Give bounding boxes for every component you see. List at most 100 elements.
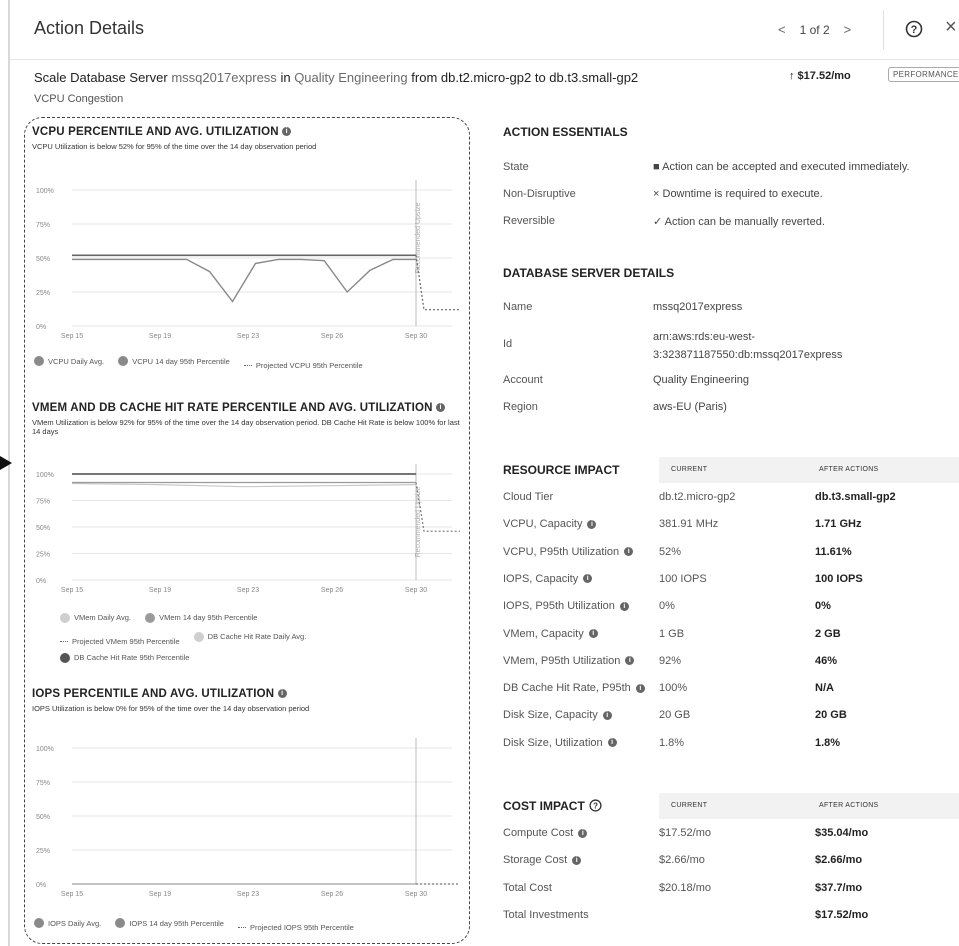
current-value: 100 IOPS <box>659 572 707 585</box>
vcpu-chart: 100% 75% 50% 25% 0% Sep 15 Sep 19 Sep 23 Sep 26 S… <box>36 180 460 340</box>
prev-chevron-icon[interactable]: < <box>778 22 786 37</box>
row-label: VMem, Capacity i <box>503 628 598 640</box>
details-column: ACTION ESSENTIALS State ■ Action can be … <box>503 125 959 921</box>
essentials-key: State <box>503 161 529 173</box>
y-tick-label: 25% <box>36 848 50 855</box>
x-tick-label: Sep 26 <box>321 333 343 340</box>
current-value: $20.18/mo <box>659 881 711 894</box>
current-value: $17.52/mo <box>659 827 711 839</box>
y-tick-label: 50% <box>36 256 50 263</box>
y-tick-label: 100% <box>36 472 54 479</box>
server-key: Id <box>503 338 513 350</box>
legend-item: VCPU 14 day 95th Percentile <box>118 356 230 366</box>
cost-impact-title-wrap: COST IMPACT ? <box>503 797 602 815</box>
pointer-arrow-icon <box>0 456 12 470</box>
y-tick-label: 0% <box>36 882 46 889</box>
y-tick-label: 50% <box>36 814 50 821</box>
series-line <box>71 482 417 488</box>
info-icon[interactable]: i <box>587 519 597 529</box>
iops-chart: 100% 75% 50% 25% 0% Sep 15 Sep 19 Sep 23 Sep 26 S… <box>36 738 460 898</box>
row-label: VCPU, P95th Utilization i <box>503 546 634 558</box>
entity-link[interactable]: mssq2017express <box>171 70 277 85</box>
y-tick-label: 0% <box>36 324 46 331</box>
row-label: Cloud Tier <box>503 491 554 503</box>
vcpu-chart-title: VCPU PERCENTILE AND AVG. UTILIZATION i <box>32 126 462 138</box>
row-label: Total Investments <box>503 908 589 921</box>
left-border <box>8 0 10 946</box>
essentials-title: ACTION ESSENTIALS <box>503 125 628 139</box>
y-tick-label: 100% <box>36 746 54 753</box>
info-icon[interactable]: i <box>583 574 593 584</box>
after-value: 1.71 GHz <box>815 518 862 531</box>
action-verb: Scale Database Server <box>34 70 168 85</box>
info-icon[interactable]: i <box>607 738 617 748</box>
resource-table-header: CURRENT AFTER ACTIONS <box>659 457 959 483</box>
server-key: Name <box>503 301 533 313</box>
after-value: 0% <box>815 600 831 613</box>
help-icon[interactable]: ? <box>905 20 923 38</box>
x-tick-label: Sep 15 <box>61 891 83 898</box>
svg-text:?: ? <box>911 24 918 36</box>
info-icon[interactable]: i <box>588 629 598 639</box>
server-value: mssq2017express <box>653 301 743 313</box>
info-icon[interactable]: i <box>436 403 446 413</box>
resource-impact-title: RESOURCE IMPACT <box>503 463 620 477</box>
x-tick-label: Sep 26 <box>321 891 343 898</box>
pager-label: 1 of 2 <box>799 22 830 37</box>
after-value: $2.66/mo <box>815 854 863 867</box>
info-icon[interactable]: i <box>277 689 287 699</box>
row-label: IOPS, P95th Utilization i <box>503 600 629 612</box>
dialog-header: Action Details < 1 of 2 > ? × <box>10 0 959 60</box>
series-line <box>415 255 460 311</box>
iops-chart-desc: IOPS Utilization is below 0% for 95% of … <box>32 704 310 713</box>
x-tick-label: Sep 23 <box>237 891 259 898</box>
essentials-value: × Downtime is required to execute. <box>653 188 823 200</box>
action-from-to: from db.t2.micro-gp2 to db.t3.small-gp2 <box>411 70 639 85</box>
group-link[interactable]: Quality Engineering <box>294 70 407 85</box>
info-icon[interactable]: i <box>625 656 635 666</box>
y-tick-label: 25% <box>36 290 50 297</box>
essentials-value: ✓ Action can be manually reverted. <box>653 216 825 228</box>
col-after: AFTER ACTIONS <box>819 802 879 809</box>
legend-item: Projected IOPS 95th Percentile <box>238 923 354 932</box>
essentials-value: ■ Action can be accepted and executed im… <box>653 161 910 173</box>
after-value: 100 IOPS <box>815 572 863 585</box>
essentials-key: Non-Disruptive <box>503 188 576 200</box>
info-icon[interactable]: i <box>602 710 612 720</box>
legend-item: Projected VMem 95th Percentile <box>60 634 180 650</box>
after-value: 2 GB <box>815 627 841 640</box>
after-value: N/A <box>815 682 834 695</box>
current-value: 52% <box>659 545 682 558</box>
y-tick-label: 100% <box>36 188 54 195</box>
info-icon[interactable]: i <box>635 683 645 693</box>
legend-item: DB Cache Hit Rate 95th Percentile <box>60 650 189 666</box>
row-label: Storage Cost i <box>503 854 582 866</box>
series-line <box>415 482 460 532</box>
svg-text:?: ? <box>593 801 598 810</box>
action-description: Scale Database Server mssq2017express in… <box>34 70 638 85</box>
recommended-upsize-label: Recommended Upsize <box>415 202 422 273</box>
essentials-key: Reversible <box>503 215 555 227</box>
current-value: 381.91 MHz <box>659 518 719 531</box>
x-tick-label: Sep 30 <box>405 333 427 340</box>
server-value: arn:aws:rds:eu-west- 3:323871187550:db:ms… <box>653 331 843 361</box>
row-label: Disk Size, Capacity i <box>503 709 612 721</box>
current-value: 100% <box>659 682 688 695</box>
help-icon[interactable]: ? <box>589 799 602 812</box>
series-line <box>72 258 416 303</box>
legend-item: Projected VCPU 95th Percentile <box>243 361 363 370</box>
dialog-title: Action Details <box>34 18 145 38</box>
x-tick-label: Sep 15 <box>61 587 83 594</box>
iops-legend: IOPS Daily Avg. IOPS 14 day 95th Percent… <box>34 918 366 932</box>
info-icon[interactable]: i <box>572 855 582 865</box>
action-reason: VCPU Congestion <box>34 93 124 105</box>
info-icon[interactable]: i <box>282 127 292 137</box>
info-icon[interactable]: i <box>578 828 588 838</box>
close-icon[interactable]: × <box>945 16 957 39</box>
info-icon[interactable]: i <box>619 601 629 611</box>
vmem-chart-section: VMEM AND DB CACHE HIT RATE PERCENTILE AN… <box>32 402 462 663</box>
info-icon[interactable]: i <box>624 547 634 557</box>
recommended-upsize-label: Recommended Upsize <box>415 486 422 557</box>
vmem-legend: VMem Daily Avg. VMem 14 day 95th Percent… <box>60 610 420 669</box>
next-chevron-icon[interactable]: > <box>844 22 852 37</box>
